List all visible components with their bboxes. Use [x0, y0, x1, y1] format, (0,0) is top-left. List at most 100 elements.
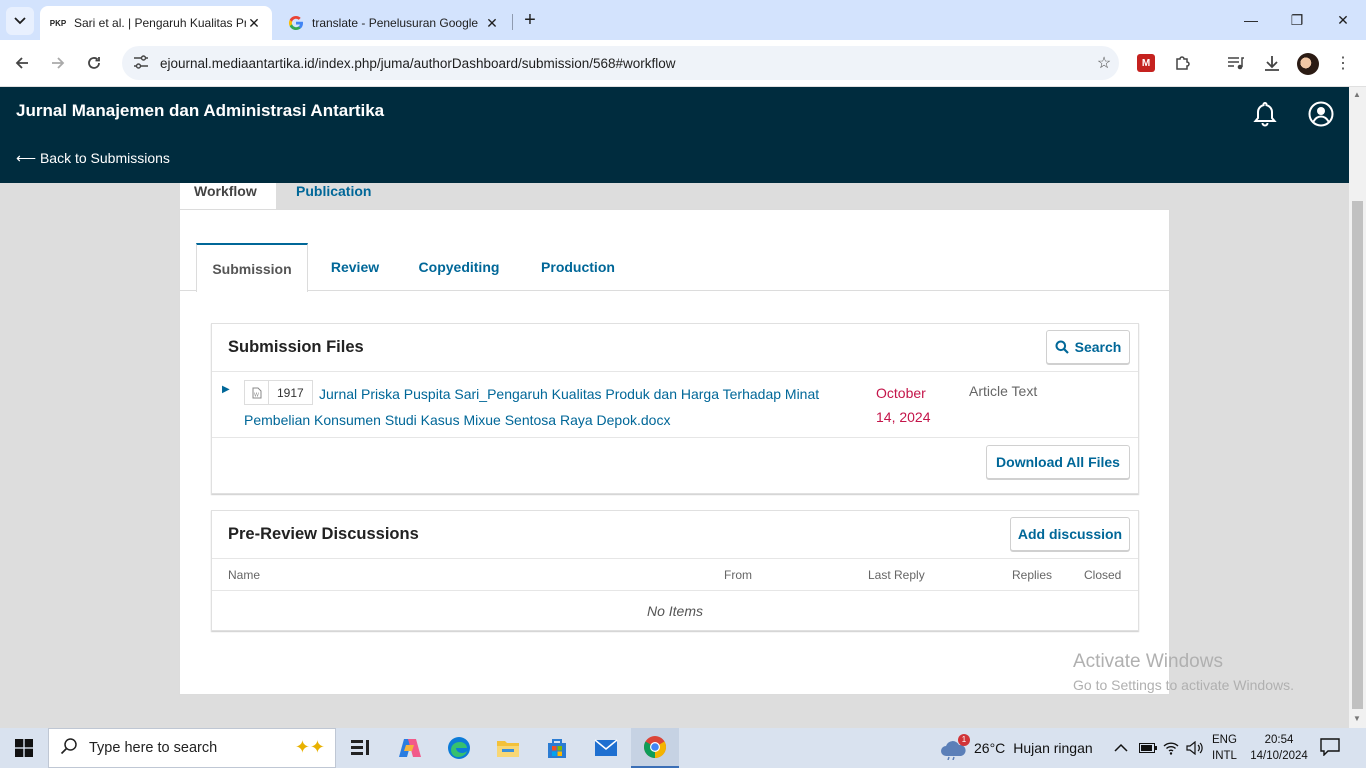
minimize-icon[interactable]: — — [1228, 0, 1274, 40]
svg-text:W: W — [254, 392, 259, 398]
column-header-replies: Replies — [1012, 568, 1053, 582]
browser-tab-strip: PKP Sari et al. | Pengaruh Kualitas Pr ✕… — [0, 0, 1366, 40]
divider — [212, 558, 1138, 559]
discussions-title: Pre-Review Discussions — [228, 525, 419, 543]
empty-state-text: No Items — [646, 603, 703, 619]
back-to-submissions-link[interactable]: ⟵ Back to Submissions — [16, 150, 170, 167]
sparkle-icon[interactable]: ✦✦ — [295, 737, 325, 758]
tab-review[interactable]: Review — [316, 243, 394, 291]
page-scrollbar[interactable]: ▲ ▼ — [1349, 87, 1366, 728]
clock-date: 14/10/2024 — [1250, 750, 1308, 762]
scroll-down-icon[interactable]: ▼ — [1353, 714, 1361, 723]
bell-icon[interactable] — [1251, 100, 1279, 128]
language-code: ENG — [1212, 734, 1237, 746]
stage-tabs: Submission Review Copyediting Production — [180, 243, 1170, 292]
keyboard-layout: INTL — [1212, 750, 1237, 762]
submission-files-title: Submission Files — [228, 338, 364, 356]
address-bar[interactable]: ejournal.mediaantartika.id/index.php/jum… — [122, 46, 1119, 80]
mail-icon[interactable] — [582, 728, 630, 768]
file-explorer-icon[interactable] — [484, 728, 532, 768]
weather-temperature: 26°C — [974, 740, 1006, 756]
battery-icon[interactable] — [1139, 728, 1157, 768]
submission-files-card: Submission Files Search ▶ Jurnal Priska … — [211, 323, 1139, 494]
weather-cloud-icon: 1 — [940, 734, 970, 761]
journal-title[interactable]: Jurnal Manajemen dan Administrasi Antart… — [16, 101, 384, 121]
add-discussion-button[interactable]: Add discussion — [1010, 517, 1130, 551]
browser-tab-active[interactable]: PKP Sari et al. | Pengaruh Kualitas Pr ✕ — [40, 6, 272, 40]
close-window-icon[interactable]: ✕ — [1320, 0, 1366, 40]
tab-copyediting[interactable]: Copyediting — [406, 243, 512, 291]
file-name-link[interactable]: Jurnal Priska Puspita Sari_Pengaruh Kual… — [244, 381, 854, 433]
user-circle-icon[interactable] — [1307, 100, 1335, 128]
copilot-icon[interactable] — [386, 728, 434, 768]
restore-icon[interactable]: ❐ — [1274, 0, 1320, 40]
url-text[interactable]: ejournal.mediaantartika.id/index.php/jum… — [156, 56, 1089, 71]
download-all-files-button[interactable]: Download All Files — [986, 445, 1130, 479]
tab-submission[interactable]: Submission — [196, 243, 308, 292]
weather-alert-badge: 1 — [958, 734, 970, 746]
tab-title: Sari et al. | Pengaruh Kualitas Pr — [74, 16, 246, 30]
weather-widget[interactable]: 1 26°C Hujan ringan — [940, 728, 1093, 768]
media-control-icon[interactable] — [1223, 50, 1249, 76]
arrow-right-icon[interactable] — [45, 50, 71, 76]
taskbar-search-placeholder: Type here to search — [89, 740, 218, 756]
file-type: Article Text — [969, 383, 1038, 399]
expand-caret-icon[interactable]: ▶ — [222, 384, 230, 395]
activate-windows-subtext: Go to Settings to activate Windows. — [1073, 677, 1294, 693]
tab-separator — [512, 14, 513, 30]
tab-publication[interactable]: Publication — [282, 183, 385, 210]
windows-start-icon[interactable] — [0, 728, 48, 768]
close-icon[interactable]: ✕ — [484, 15, 500, 32]
chevron-down-icon[interactable] — [6, 7, 34, 35]
search-icon — [49, 737, 89, 760]
microsoft-store-icon[interactable] — [533, 728, 581, 768]
star-icon[interactable]: ☆ — [1089, 53, 1119, 73]
search-icon — [1055, 340, 1069, 354]
arrow-left-icon[interactable] — [9, 50, 35, 76]
taskbar-clock[interactable]: 20:54 14/10/2024 — [1249, 732, 1309, 764]
column-header-from: From — [724, 568, 752, 582]
search-button[interactable]: Search — [1046, 330, 1130, 364]
file-id: 1917 — [277, 385, 304, 400]
pre-review-discussions-card: Pre-Review Discussions Add discussion Na… — [211, 510, 1139, 631]
puzzle-icon[interactable] — [1170, 50, 1196, 76]
divider — [212, 437, 1138, 438]
column-header-name: Name — [228, 568, 261, 582]
pkp-favicon-icon: PKP — [49, 18, 67, 28]
file-date: October 14, 2024 — [876, 385, 931, 425]
avatar[interactable] — [1297, 53, 1319, 75]
scroll-up-icon[interactable]: ▲ — [1353, 90, 1361, 99]
google-favicon-icon — [288, 15, 304, 31]
scroll-thumb[interactable] — [1352, 201, 1363, 709]
column-header-last-reply: Last Reply — [868, 568, 925, 582]
input-language-indicator[interactable]: ENG INTL — [1212, 732, 1237, 764]
mendeley-icon[interactable]: M — [1137, 54, 1155, 72]
reload-icon[interactable] — [81, 50, 107, 76]
weather-condition: Hujan ringan — [1013, 740, 1093, 756]
app-header: Jurnal Manajemen dan Administrasi Antart… — [0, 87, 1349, 183]
wifi-icon[interactable] — [1163, 728, 1179, 768]
activate-windows-watermark: Activate Windows — [1073, 651, 1223, 672]
word-document-icon: W — [245, 381, 269, 404]
chevron-up-icon[interactable] — [1114, 728, 1128, 768]
browser-tab[interactable]: translate - Penelusuran Google ✕ — [278, 6, 510, 40]
download-icon[interactable] — [1259, 50, 1285, 76]
notification-icon[interactable] — [1320, 738, 1340, 761]
file-id-badge: W 1917 — [244, 380, 313, 405]
windows-taskbar: Type here to search ✦✦ 1 26°C Hujan ring… — [0, 728, 1366, 768]
speaker-icon[interactable] — [1186, 728, 1204, 768]
divider — [212, 371, 1138, 372]
edge-icon[interactable] — [435, 728, 483, 768]
chrome-icon[interactable] — [631, 728, 679, 768]
kebab-menu-icon[interactable]: ⋮ — [1330, 50, 1356, 76]
tab-workflow[interactable]: Workflow — [180, 183, 276, 210]
close-icon[interactable]: ✕ — [246, 15, 262, 32]
taskbar-search-box[interactable]: Type here to search ✦✦ — [48, 728, 336, 768]
search-button-label: Search — [1074, 339, 1122, 355]
divider — [212, 590, 1138, 591]
tune-icon[interactable] — [126, 54, 156, 72]
tab-production[interactable]: Production — [530, 243, 626, 291]
task-view-icon[interactable] — [336, 728, 384, 768]
tab-title: translate - Penelusuran Google — [312, 16, 479, 30]
plus-icon[interactable]: + — [519, 10, 541, 32]
